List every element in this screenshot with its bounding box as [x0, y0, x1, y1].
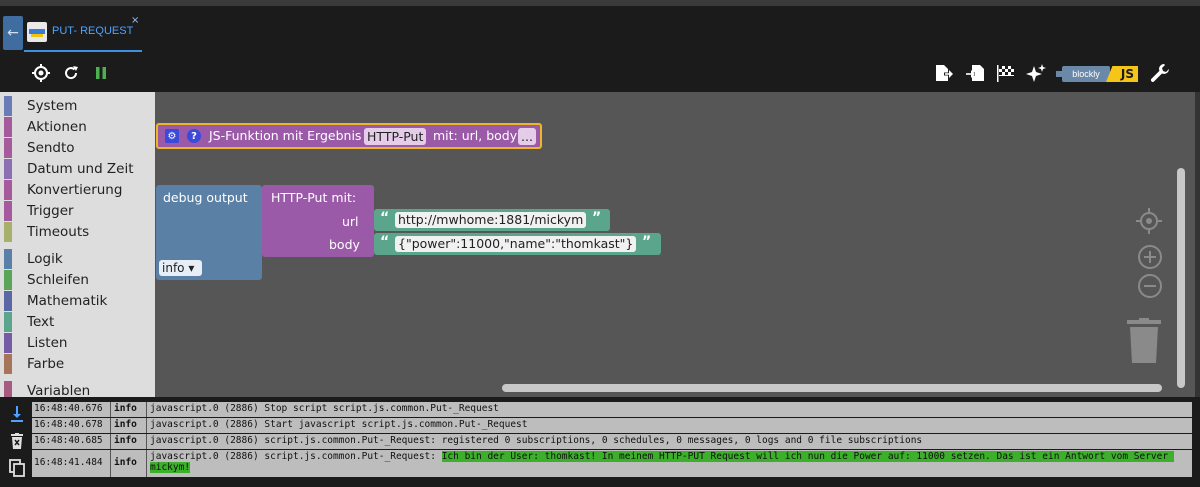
- log-message-prefix: javascript.0 (2886) script.js.common.Put…: [150, 451, 442, 462]
- workspace-right-edge: [1195, 92, 1200, 397]
- toolbar: blockly JS: [0, 54, 1200, 92]
- category-schleifen[interactable]: Schleifen: [0, 270, 155, 290]
- category-mathematik[interactable]: Mathematik: [0, 291, 155, 311]
- url-string-block[interactable]: “ http://mwhome:1881/mickym ”: [374, 209, 610, 231]
- back-arrow-icon: ←: [7, 25, 19, 41]
- log-row: 16:48:40.678 info javascript.0 (2886) St…: [32, 418, 1192, 433]
- log-time: 16:48:40.678: [34, 419, 103, 430]
- category-variablen[interactable]: Variablen: [0, 381, 155, 397]
- function-prefix: JS-Funktion mit Ergebnis: [209, 128, 362, 143]
- pause-icon[interactable]: [90, 62, 112, 84]
- category-trigger[interactable]: Trigger: [0, 201, 155, 221]
- js-label: JS: [1106, 66, 1138, 82]
- function-params: mit: url, body: [433, 128, 518, 143]
- debug-output-label: debug output: [163, 190, 248, 205]
- category-text[interactable]: Text: [0, 312, 155, 332]
- category-konvertierung[interactable]: Konvertierung: [0, 180, 155, 200]
- category-timeouts[interactable]: Timeouts: [0, 222, 155, 242]
- js-function-block[interactable]: ⚙ ? JS-Funktion mit Ergebnis HTTP-Put mi…: [156, 123, 542, 149]
- vertical-scrollbar[interactable]: [1177, 168, 1185, 388]
- category-listen[interactable]: Listen: [0, 333, 155, 353]
- log-level: info: [114, 419, 137, 430]
- blockly-label: blockly: [1062, 66, 1110, 82]
- arg-url-label: url: [342, 214, 359, 229]
- trash-icon[interactable]: [1127, 318, 1161, 364]
- scroll-down-icon[interactable]: [6, 403, 28, 425]
- log-level: info: [114, 435, 137, 446]
- category-aktionen[interactable]: Aktionen: [0, 117, 155, 137]
- zoom-out-icon[interactable]: [1137, 273, 1163, 303]
- back-button[interactable]: ←: [3, 16, 23, 50]
- call-label: HTTP-Put mit:: [271, 190, 357, 205]
- open-quote-icon: “: [380, 234, 390, 250]
- tab-active-indicator: [24, 50, 142, 52]
- tab-bar: ← PUT- REQUEST ×: [0, 6, 1200, 54]
- zoom-in-icon[interactable]: [1137, 244, 1163, 274]
- url-value-field[interactable]: http://mwhome:1881/mickym: [395, 212, 587, 228]
- clear-log-icon[interactable]: [6, 430, 28, 452]
- debug-output-block[interactable]: debug output info ▾: [156, 185, 262, 280]
- log-message: javascript.0 (2886) script.js.common.Put…: [150, 451, 1190, 473]
- category-farbe[interactable]: Farbe: [0, 354, 155, 374]
- blockly-workspace[interactable]: ⚙ ? JS-Funktion mit Ergebnis HTTP-Put mi…: [155, 92, 1195, 397]
- log-message: javascript.0 (2886) script.js.common.Put…: [150, 435, 923, 446]
- category-sendto[interactable]: Sendto: [0, 138, 155, 158]
- recenter-icon[interactable]: [1136, 208, 1162, 238]
- refresh-icon[interactable]: [60, 62, 82, 84]
- log-message: javascript.0 (2886) Stop script script.j…: [150, 403, 499, 414]
- body-string-block[interactable]: “ {"power":11000,"name":"thomkast"} ”: [374, 233, 661, 255]
- category-logik[interactable]: Logik: [0, 249, 155, 269]
- checkered-flag-icon[interactable]: [995, 62, 1017, 84]
- horizontal-scrollbar[interactable]: [502, 384, 1162, 392]
- block-category-sidebar: System Aktionen Sendto Datum und Zeit Ko…: [0, 92, 155, 397]
- sparkle-icon[interactable]: [1025, 62, 1047, 84]
- app-window: ← PUT- REQUEST × blockly JS System Aktio…: [0, 0, 1200, 487]
- export-icon[interactable]: [932, 62, 954, 84]
- category-system[interactable]: System: [0, 96, 155, 116]
- log-row: 16:48:41.484 info javascript.0 (2886) sc…: [32, 450, 1192, 477]
- log-level: info: [114, 403, 137, 414]
- category-datum-und-zeit[interactable]: Datum und Zeit: [0, 159, 155, 179]
- log-level: info: [114, 457, 137, 468]
- wrench-icon[interactable]: [1149, 62, 1171, 84]
- body-value-field[interactable]: {"power":11000,"name":"thomkast"}: [395, 236, 637, 252]
- tab-put-request[interactable]: PUT- REQUEST ×: [24, 12, 142, 52]
- log-time: 16:48:40.685: [34, 435, 103, 446]
- http-put-call-block[interactable]: HTTP-Put mit: url body: [262, 185, 374, 257]
- log-level-dropdown[interactable]: info ▾: [159, 260, 202, 276]
- edit-code-button[interactable]: ...: [518, 128, 536, 145]
- log-panel: 16:48:40.676 info javascript.0 (2886) St…: [0, 397, 1200, 487]
- log-message: javascript.0 (2886) Start javascript scr…: [150, 419, 528, 430]
- target-icon[interactable]: [30, 62, 52, 84]
- close-quote-icon: ”: [592, 210, 602, 226]
- script-logo-icon: [27, 22, 47, 42]
- log-time: 16:48:40.676: [34, 403, 103, 414]
- close-quote-icon: ”: [642, 234, 652, 250]
- function-name-field[interactable]: HTTP-Put: [364, 128, 427, 145]
- gear-icon[interactable]: ⚙: [165, 129, 179, 143]
- log-time: 16:48:41.484: [34, 457, 103, 468]
- copy-icon[interactable]: [6, 457, 28, 479]
- blockly-js-toggle[interactable]: blockly JS: [1056, 64, 1140, 84]
- help-icon[interactable]: ?: [187, 129, 201, 143]
- open-quote-icon: “: [380, 210, 390, 226]
- tab-label: PUT- REQUEST: [52, 25, 134, 37]
- arg-body-label: body: [329, 237, 360, 252]
- import-icon[interactable]: [964, 62, 986, 84]
- log-row: 16:48:40.685 info javascript.0 (2886) sc…: [32, 434, 1192, 449]
- tab-close-icon[interactable]: ×: [131, 15, 139, 26]
- log-row: 16:48:40.676 info javascript.0 (2886) St…: [32, 402, 1192, 417]
